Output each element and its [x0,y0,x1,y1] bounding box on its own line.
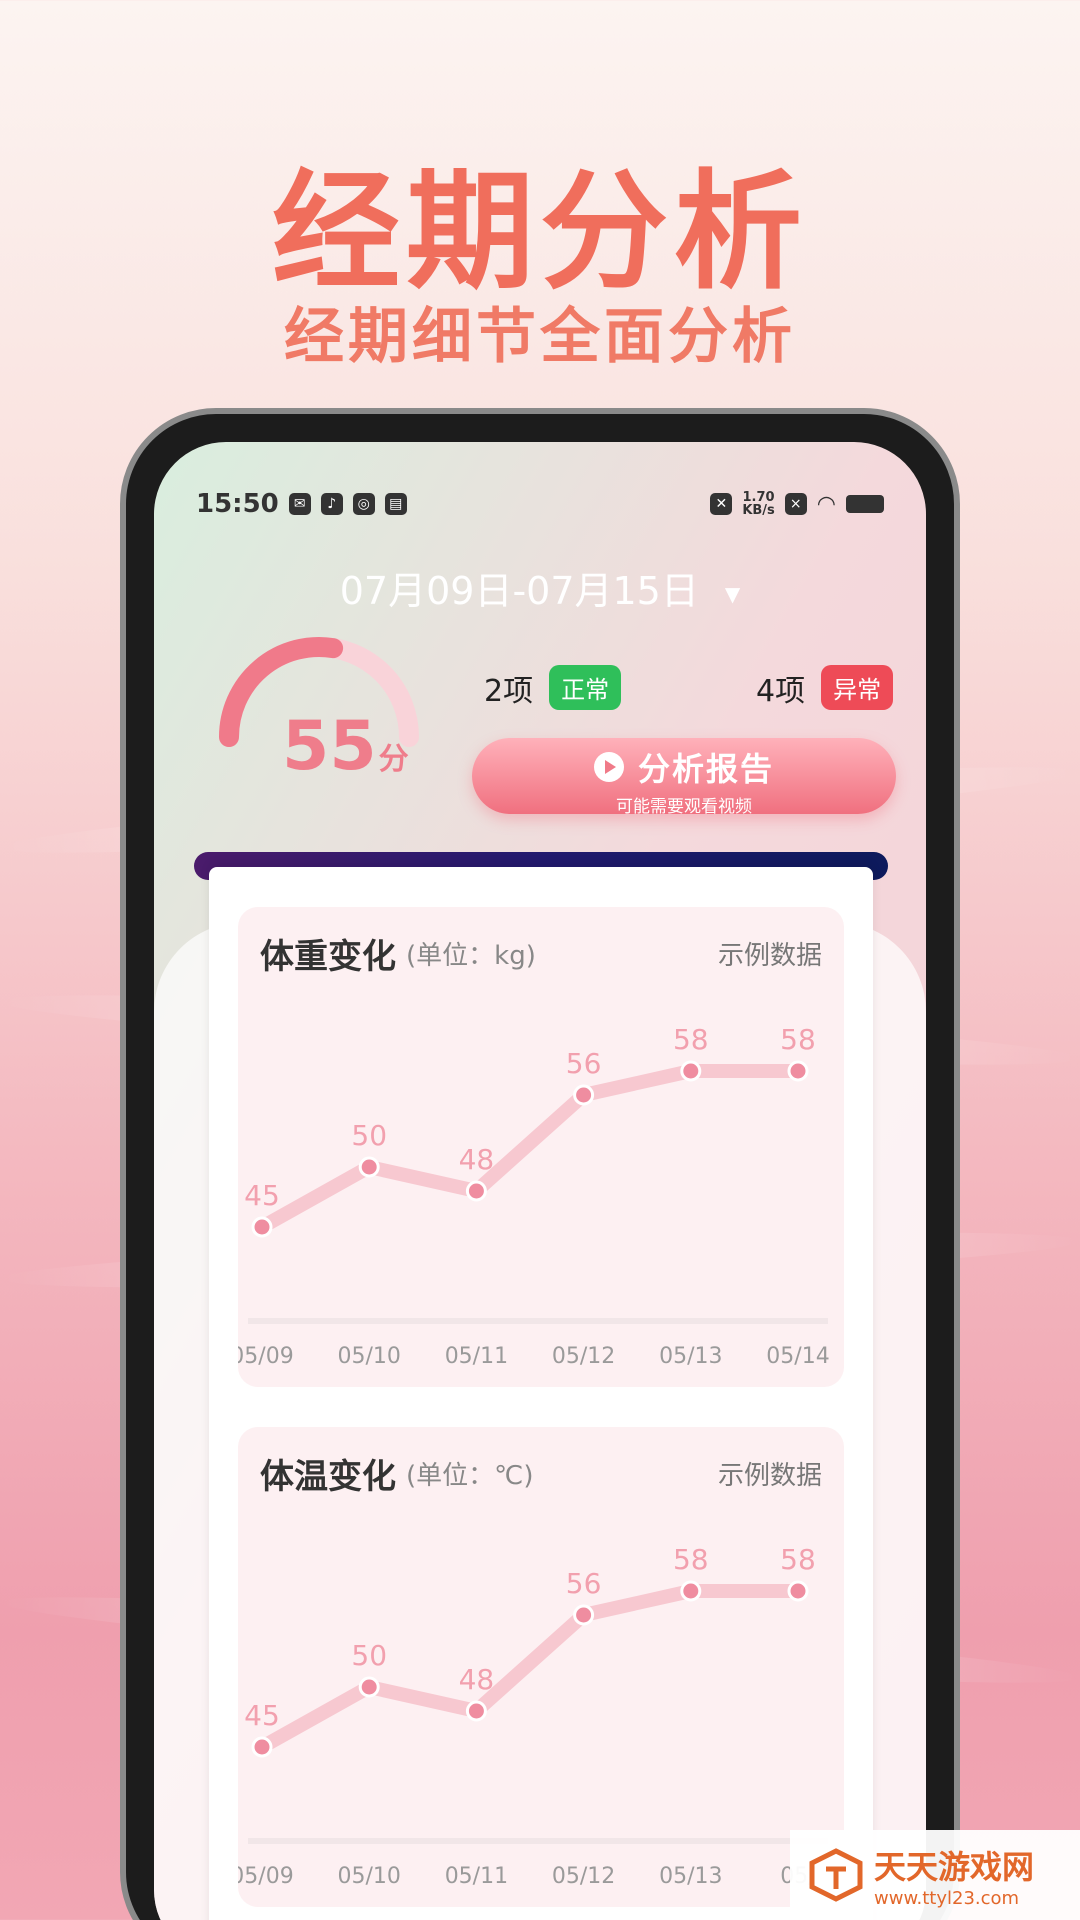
series-line [258,1584,798,1754]
data-point [680,1580,702,1602]
abnormal-count: 4项 [756,673,806,709]
x-tick-label: 05/11 [445,1864,508,1889]
battery-icon [846,495,884,513]
watermark-title: 天天游戏网 [874,1847,1035,1886]
sample-data-label: 示例数据 [717,1461,822,1491]
data-label: 48 [459,1663,495,1696]
mute-icon: ✕ [710,493,733,515]
card-title: 体重变化 [260,937,396,977]
app-screen: 15:50 ✉ ♪ ◎ ▤ ✕ 1.70 KB/s × ◠ 07月09日-07月1… [154,442,926,1920]
card-unit: (单位：kg) [406,941,536,971]
site-logo-icon [809,1848,863,1902]
x-tick-label: 05/12 [552,1344,615,1369]
data-label: 48 [459,1143,495,1176]
tiktok-icon: ♪ [320,493,343,515]
watermark-url: www.ttyl23.com [874,1887,1020,1909]
data-label: 56 [566,1567,602,1600]
x-tick-label: 05/13 [659,1344,722,1369]
data-label: 50 [351,1119,387,1152]
data-point [465,1180,487,1202]
abnormal-badge: 异常 [821,665,894,710]
card-unit: (单位：℃) [406,1461,534,1491]
promo-title: 经期分析 [271,158,808,307]
temperature-card: 体温变化 (单位：℃) 示例数据 45 50 48 56 58 58 05/09 05/10 0… [238,1427,844,1907]
data-point [251,1216,273,1238]
wifi-icon: ◠ [816,491,836,517]
status-bar: 15:50 ✉ ♪ ◎ ▤ ✕ 1.70 KB/s × ◠ [196,484,884,524]
data-label: 58 [673,1543,709,1576]
site-watermark: 天天游戏网 www.ttyl23.com [790,1830,1080,1920]
network-speed: 1.70 KB/s [742,490,775,518]
normal-badge: 正常 [549,665,622,710]
score-value: 55分 [282,707,409,786]
sample-data-label: 示例数据 [717,941,822,971]
data-label: 58 [780,1023,816,1056]
weight-line-chart: 45 50 48 56 58 58 05/09 05/10 05/11 05/12 05/13 05/… [238,1023,830,1369]
data-point [358,1676,380,1698]
data-point [787,1060,809,1082]
x-tick-label: 05/11 [445,1344,508,1369]
phone-frame: 15:50 ✉ ♪ ◎ ▤ ✕ 1.70 KB/s × ◠ 07月09日-07月1… [120,408,960,1920]
dropdown-arrow-icon: ▼ [724,581,741,606]
report-button-label: 分析报告 [637,750,774,788]
card-title: 体温变化 [260,1457,396,1497]
message-icon: ✉ [288,493,311,515]
data-label: 45 [244,1699,280,1732]
app-icon: ◎ [352,493,375,515]
report-button-sublabel: 可能需要观看视频 [616,797,752,817]
normal-count: 2项 [484,673,534,709]
data-point [251,1736,273,1758]
normal-stat: 2项 正常 [484,665,622,710]
status-time: 15:50 [196,489,279,519]
data-point [358,1156,380,1178]
x-tick-label: 05/10 [337,1864,400,1889]
date-range-text: 07月09日-07月15日 [339,569,699,613]
data-label: 58 [673,1023,709,1056]
x-tick-label: 05/14 [766,1344,829,1369]
data-point [680,1060,702,1082]
abnormal-stat: 4项 异常 [756,665,894,710]
data-label: 56 [566,1047,602,1080]
data-label: 50 [351,1639,387,1672]
data-point [465,1700,487,1722]
x-tick-label: 05/09 [238,1344,294,1369]
data-label: 45 [244,1179,280,1212]
data-point [573,1604,595,1626]
temperature-line-chart: 45504856585805/0905/1005/1105/1205/1305/ [238,1543,828,1889]
wallet-icon: ▤ [384,493,407,515]
sim-icon: × [784,493,807,515]
x-tick-label: 05/13 [659,1864,722,1889]
data-label: 58 [780,1543,816,1576]
series-line [258,1064,798,1234]
analysis-report-button[interactable]: 分析报告 可能需要观看视频 [472,738,896,817]
promo-subtitle: 经期细节全面分析 [284,302,796,372]
date-range-selector[interactable]: 07月09日-07月15日 ▼ [154,560,926,615]
data-point [787,1580,809,1602]
play-icon [593,752,624,782]
x-tick-label: 05/09 [238,1864,294,1889]
data-point [573,1084,595,1106]
x-tick-label: 05/12 [552,1864,615,1889]
weight-card: 体重变化 (单位：kg) 示例数据 45 50 48 56 58 58 05/09 05/10… [238,907,844,1387]
x-tick-label: 05/10 [337,1344,400,1369]
